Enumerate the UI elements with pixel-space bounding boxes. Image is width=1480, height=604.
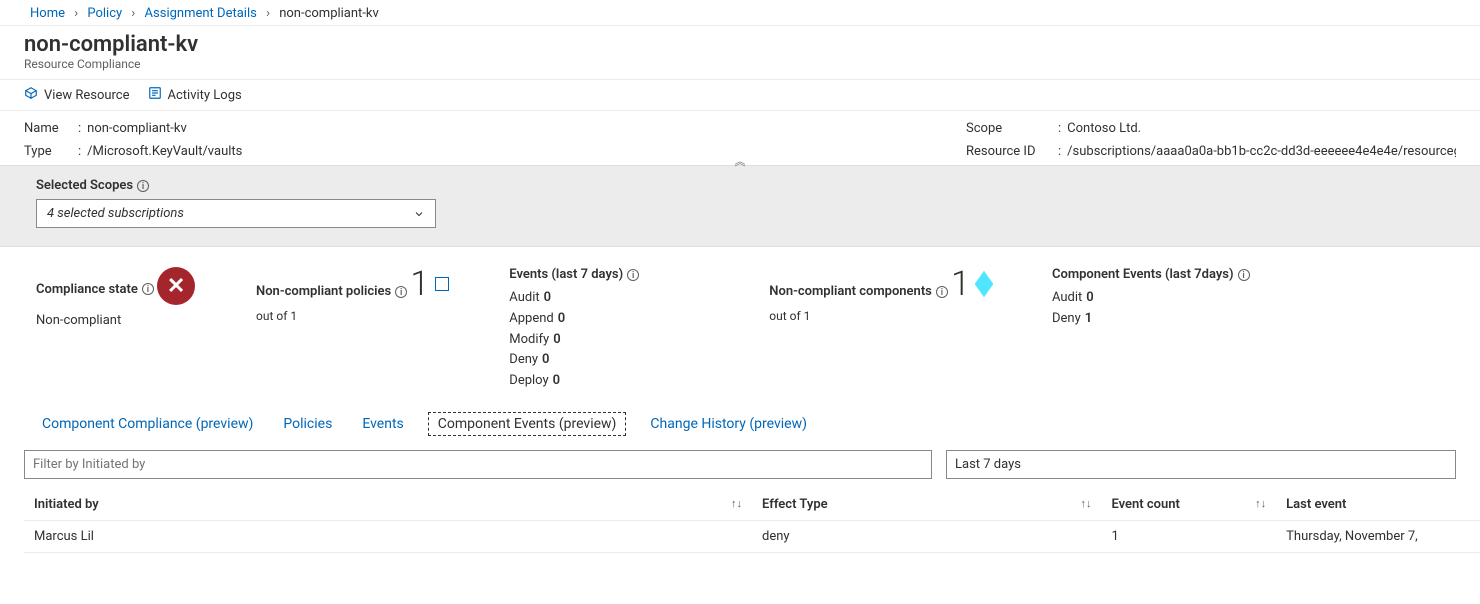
noncompliant-policies-count: 1 — [410, 267, 429, 301]
info-icon[interactable]: i — [395, 286, 407, 298]
compliance-state-value: Non-compliant — [36, 313, 196, 328]
breadcrumb-policy[interactable]: Policy — [87, 6, 122, 21]
prop-name-value: non-compliant-kv — [87, 121, 187, 136]
info-icon[interactable]: i — [142, 283, 154, 295]
tab-policies[interactable]: Policies — [277, 412, 338, 436]
sort-icon: ↑↓ — [1255, 497, 1266, 510]
policy-icon — [435, 277, 449, 291]
col-last-event[interactable]: Last event — [1276, 489, 1480, 521]
tab-events[interactable]: Events — [356, 412, 409, 436]
events-table: Initiated by↑↓ Effect Type↑↓ Event count… — [24, 489, 1480, 553]
noncompliant-policies-outof: out of 1 — [256, 309, 449, 323]
sort-icon: ↑↓ — [731, 497, 742, 510]
component-events-block: Component Events (last 7days) i Audit0 D… — [1052, 267, 1250, 330]
cell-last-event: Thursday, November 7, — [1276, 520, 1480, 552]
chevron-right-icon: › — [131, 6, 135, 21]
table-row[interactable]: Marcus Lil deny 1 Thursday, November 7, — [24, 520, 1480, 552]
activity-logs-button[interactable]: Activity Logs — [148, 86, 242, 104]
noncompliant-components-block: Non-compliant components i 1 out of 1 — [769, 267, 992, 323]
event-deny-row: Deny0 — [509, 350, 709, 371]
compliance-state-block: Compliance state i ✕ Non-compliant — [36, 267, 196, 328]
page-title: non-compliant-kv — [24, 32, 1480, 57]
col-initiated-by[interactable]: Initiated by↑↓ — [24, 489, 752, 521]
collapse-properties-button[interactable]: ︽ — [735, 153, 746, 169]
toolbar: View Resource Activity Logs — [0, 79, 1480, 111]
selected-scopes-value: 4 selected subscriptions — [47, 206, 184, 221]
view-resource-label: View Resource — [44, 88, 130, 103]
chevron-right-icon: › — [74, 6, 78, 21]
event-deploy-row: Deploy0 — [509, 371, 709, 392]
properties-panel: Name : non-compliant-kv Type : /Microsof… — [0, 111, 1480, 165]
selected-scopes-label: Selected Scopes — [36, 178, 133, 193]
tab-component-compliance[interactable]: Component Compliance (preview) — [36, 412, 259, 436]
tab-change-history[interactable]: Change History (preview) — [644, 412, 813, 436]
component-event-deny-row: Deny1 — [1052, 309, 1250, 330]
component-event-audit-row: Audit0 — [1052, 288, 1250, 309]
event-append-row: Append0 — [509, 309, 709, 330]
chevron-down-icon — [413, 208, 425, 220]
page-subtitle: Resource Compliance — [24, 57, 1480, 71]
info-icon[interactable]: i — [137, 180, 149, 192]
compliance-state-title: Compliance state — [36, 282, 138, 297]
noncompliant-policies-title: Non-compliant policies — [256, 284, 391, 299]
breadcrumb: Home › Policy › Assignment Details › non… — [0, 0, 1480, 26]
activity-logs-icon — [148, 86, 162, 104]
noncompliant-policies-block: Non-compliant policies i 1 out of 1 — [256, 267, 449, 323]
tab-component-events[interactable]: Component Events (preview) — [428, 412, 627, 436]
event-audit-row: Audit0 — [509, 288, 709, 309]
filter-row: Last 7 days — [0, 450, 1480, 479]
chevron-right-icon: › — [266, 6, 270, 21]
prop-type-label: Type — [24, 144, 72, 159]
prop-scope-label: Scope — [966, 121, 1052, 136]
filter-initiated-by-input[interactable] — [24, 450, 932, 479]
col-effect-type[interactable]: Effect Type↑↓ — [752, 489, 1101, 521]
resource-icon — [24, 86, 38, 104]
prop-type-value: /Microsoft.KeyVault/vaults — [87, 144, 242, 159]
events-7days-block: Events (last 7 days) i Audit0 Append0 Mo… — [509, 267, 709, 392]
event-modify-row: Modify0 — [509, 330, 709, 351]
cell-initiated-by: Marcus Lil — [24, 520, 752, 552]
info-icon[interactable]: i — [1238, 269, 1250, 281]
noncompliant-components-outof: out of 1 — [769, 309, 992, 323]
view-resource-button[interactable]: View Resource — [24, 86, 130, 104]
sort-icon: ↑↓ — [1080, 497, 1091, 510]
noncompliant-components-title: Non-compliant components — [769, 284, 932, 299]
prop-resourceid-value: /subscriptions/aaaa0a0a-bb1b-cc2c-dd3d-e… — [1067, 144, 1456, 159]
info-icon[interactable]: i — [936, 286, 948, 298]
cell-event-count: 1 — [1101, 520, 1276, 552]
tabs: Component Compliance (preview) Policies … — [0, 406, 1480, 436]
breadcrumb-assignment-details[interactable]: Assignment Details — [145, 6, 257, 21]
events-7days-title: Events (last 7 days) — [509, 267, 623, 282]
breadcrumb-current: non-compliant-kv — [279, 6, 379, 21]
component-icon — [975, 271, 994, 298]
cell-effect-type: deny — [752, 520, 1101, 552]
info-icon[interactable]: i — [627, 269, 639, 281]
stats-row: Compliance state i ✕ Non-compliant Non-c… — [0, 247, 1480, 406]
non-compliant-icon: ✕ — [157, 267, 195, 305]
filter-daterange-value: Last 7 days — [955, 457, 1021, 472]
filter-daterange-dropdown[interactable]: Last 7 days — [946, 450, 1456, 479]
col-event-count[interactable]: Event count↑↓ — [1101, 489, 1276, 521]
prop-scope-value: Contoso Ltd. — [1067, 121, 1141, 136]
noncompliant-components-count: 1 — [951, 267, 970, 301]
prop-name-label: Name — [24, 121, 72, 136]
breadcrumb-home[interactable]: Home — [30, 6, 65, 21]
activity-logs-label: Activity Logs — [168, 88, 242, 103]
selected-scopes-section: Selected Scopes i 4 selected subscriptio… — [0, 165, 1480, 247]
selected-scopes-dropdown[interactable]: 4 selected subscriptions — [36, 199, 436, 228]
prop-resourceid-label: Resource ID — [966, 144, 1052, 159]
component-events-title: Component Events (last 7days) — [1052, 267, 1234, 282]
